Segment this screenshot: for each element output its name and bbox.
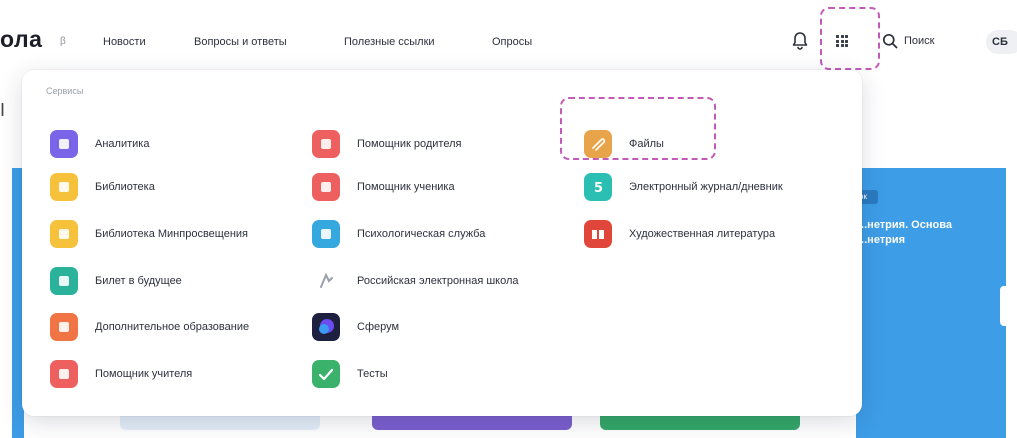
analytics-icon <box>50 130 78 158</box>
nav-news[interactable]: Новости <box>103 36 146 48</box>
nav-faq[interactable]: Вопросы и ответы <box>194 36 287 48</box>
service-analytics[interactable]: Аналитика <box>50 130 149 158</box>
services-heading: Сервисы <box>46 86 84 96</box>
service-label: Дополнительное образование <box>95 321 250 333</box>
service-minpros-library[interactable]: Библиотека Минпросвещения <box>50 220 248 248</box>
extra-education-icon <box>50 313 78 341</box>
logo-text[interactable]: ола <box>0 26 42 53</box>
service-label: Помощник родителя <box>357 138 462 150</box>
search-icon <box>882 33 898 49</box>
service-teacher-helper[interactable]: Помощник учителя <box>50 360 192 388</box>
service-label: Тесты <box>357 368 388 380</box>
e-journal-icon: 5 <box>584 173 612 201</box>
service-psychology[interactable]: Психологическая служба <box>312 220 485 248</box>
parent-helper-icon <box>312 130 340 158</box>
sferum-icon <box>312 313 340 341</box>
search-label: Поиск <box>904 35 935 47</box>
bell-icon[interactable] <box>790 30 810 52</box>
nav-polls[interactable]: Опросы <box>492 36 532 48</box>
fiction-icon <box>584 220 612 248</box>
service-label: Помощник учителя <box>95 368 193 380</box>
service-label: Билет в будущее <box>95 275 182 287</box>
nav-useful-links[interactable]: Полезные ссылки <box>344 36 435 48</box>
service-student-helper[interactable]: Помощник ученика <box>312 173 455 201</box>
service-parent-helper[interactable]: Помощник родителя <box>312 130 461 158</box>
service-label: Библиотека <box>95 181 155 193</box>
service-label: Электронный журнал/дневник <box>629 181 783 193</box>
card-title: ...нетрия. Основа ...нетрия <box>858 219 952 246</box>
teacher-helper-icon <box>50 360 78 388</box>
student-helper-icon <box>312 173 340 201</box>
logo-beta-badge: β <box>60 36 66 47</box>
background-card-right[interactable]: ок ...нетрия. Основа ...нетрия <box>856 168 1006 438</box>
library-icon <box>50 173 78 201</box>
service-label: Аналитика <box>95 138 150 150</box>
carousel-next-button[interactable] <box>1000 286 1017 326</box>
service-library[interactable]: Библиотека <box>50 173 155 201</box>
service-fiction[interactable]: Художественная литература <box>584 220 775 248</box>
psychology-icon <box>312 220 340 248</box>
services-dropdown: Сервисы Аналитика Библиотека Библиотека … <box>22 70 862 416</box>
minpros-library-icon <box>50 220 78 248</box>
service-label: Художественная литература <box>629 228 776 240</box>
user-avatar[interactable]: СБ <box>986 30 1017 54</box>
tests-icon <box>312 360 340 388</box>
service-e-journal[interactable]: 5 Электронный журнал/дневник <box>584 173 783 201</box>
service-label: Сферум <box>357 321 400 333</box>
top-header: ола β Новости Вопросы и ответы Полезные … <box>0 0 1017 80</box>
ticket-future-icon <box>50 267 78 295</box>
service-label: Помощник ученика <box>357 181 455 193</box>
service-tests[interactable]: Тесты <box>312 360 388 388</box>
resh-icon <box>312 267 340 295</box>
service-label: Психологическая служба <box>357 228 486 240</box>
service-resh[interactable]: Российская электронная школа <box>312 267 519 295</box>
page-title-fragment: I <box>0 100 6 120</box>
search-button[interactable]: Поиск <box>882 31 934 51</box>
highlight-files-item <box>560 97 716 160</box>
service-sferum[interactable]: Сферум <box>312 313 399 341</box>
service-label: Российская электронная школа <box>357 275 519 287</box>
service-ticket-future[interactable]: Билет в будущее <box>50 267 182 295</box>
highlight-services-button <box>820 7 880 70</box>
service-label: Библиотека Минпросвещения <box>95 228 249 240</box>
svg-text:5: 5 <box>594 181 603 196</box>
service-extra-education[interactable]: Дополнительное образование <box>50 313 249 341</box>
